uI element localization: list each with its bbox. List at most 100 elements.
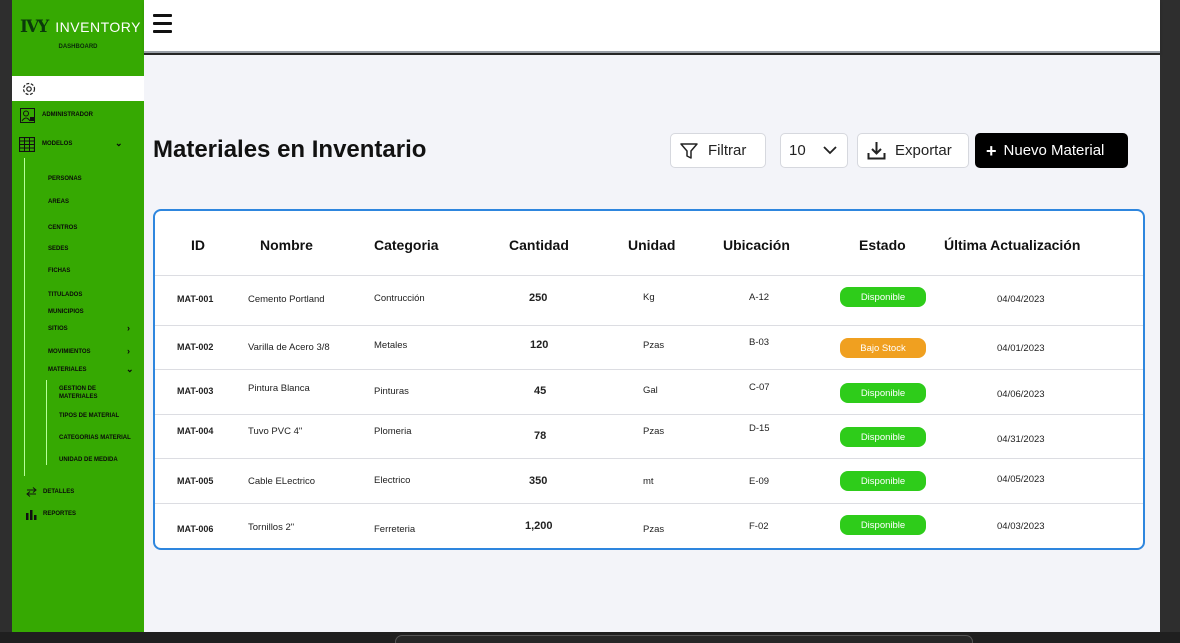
cell-cantidad: 250 [529,292,548,304]
table-row[interactable]: MAT-003 Pintura Blanca Pinturas 45 Gal C… [155,370,1143,415]
sidebar-item-label: UNIDAD DE MEDIDA [59,457,118,463]
sidebar-item-label: FICHAS [48,268,71,274]
column-header[interactable]: Nombre [260,237,313,253]
cell-fecha: 04/03/2023 [997,521,1045,532]
column-header[interactable]: Última Actualización [944,237,1080,253]
export-button[interactable]: Exportar [857,133,969,168]
column-header[interactable]: Unidad [628,237,675,253]
chevron-down-icon[interactable]: ⌄ [126,364,134,375]
plus-icon: + [986,140,997,161]
sidebar-item-materiales[interactable]: MATERIALES [48,367,87,373]
brand[interactable]: IVY INVENTORY [20,17,141,37]
table-row[interactable]: MAT-005 Cable ELectrico Electrico 350 mt… [155,459,1143,504]
settings-button[interactable] [12,76,144,101]
page-size-select[interactable]: 10 [780,133,848,168]
column-header[interactable]: Ubicación [723,237,790,253]
sidebar-item-fichas[interactable]: FICHAS [48,268,70,274]
filter-button[interactable]: Filtrar [670,133,766,168]
sidebar-item-gestion-materiales[interactable]: GESTION DE MATERIALES [59,385,121,401]
new-material-label: Nuevo Material [1003,142,1105,159]
cell-unidad: Pzas [643,426,665,437]
sidebar-item-label: MUNICIPIOS [48,309,84,315]
cell-ubicacion: F-02 [749,521,769,532]
hamburger-icon[interactable] [153,14,172,34]
cell-nombre: Tornillos 2" [248,522,295,533]
table-header: ID Nombre Categoria Cantidad Unidad Ubic… [155,211,1143,276]
sidebar-item-label: ADMINISTRADOR [42,112,93,118]
sidebar-item-sitios[interactable]: SITIOS [48,326,68,332]
sidebar-item-unidad-medida[interactable]: UNIDAD DE MEDIDA [59,457,118,463]
sidebar: IVY INVENTORY DASHBOARD ADMINISTRADOR MO… [12,0,144,632]
cell-categoria: Plomeria [374,426,412,437]
page-title: Materiales en Inventario [153,136,427,163]
table-row[interactable]: MAT-001 Cemento Portland Contrucción 250… [155,276,1143,326]
sidebar-item-detalles[interactable]: DETALLES [25,484,74,500]
cell-nombre: Cable ELectrico [248,476,316,487]
sidebar-item-tipos-material[interactable]: TIPOS DE MATERIAL [59,413,119,419]
cell-id: MAT-001 [177,294,214,304]
sidebar-item-movimientos[interactable]: MOVIMIENTOS [48,349,91,355]
sidebar-item-sedes[interactable]: SEDES [48,246,68,252]
cell-id: MAT-002 [177,342,214,352]
cell-ubicacion: A-12 [749,292,770,303]
cell-categoria: Contrucción [374,293,425,304]
swap-arrows-icon [25,484,37,500]
cell-unidad: mt [643,476,654,487]
sidebar-item-reportes[interactable]: REPORTES [25,506,76,522]
taskbar-pill [395,635,973,643]
sidebar-item-label: SEDES [48,246,69,252]
cell-ubicacion: D-15 [749,423,770,434]
sidebar-item-label: PERSONAS [48,176,82,182]
sidebar-item-label: CATEGORIAS MATERIAL [59,435,131,441]
sidebar-item-titulados[interactable]: TITULADOS [48,292,82,298]
cell-fecha: 04/31/2023 [997,434,1045,445]
status-badge: Disponible [840,287,926,307]
table-grid-icon [19,136,35,152]
sidebar-item-administrador[interactable]: ADMINISTRADOR [19,107,93,123]
status-badge: Disponible [840,471,926,491]
user-admin-icon [19,107,35,123]
sidebar-item-municipios[interactable]: MUNICIPIOS [48,309,84,315]
cell-nombre: Varilla de Acero 3/8 [248,342,330,353]
table-row[interactable]: MAT-004 Tuvo PVC 4" Plomeria 78 Pzas D-1… [155,415,1143,459]
sidebar-item-personas[interactable]: PERSONAS [48,176,82,182]
sidebar-item-categorias-material[interactable]: CATEGORIAS MATERIAL [59,435,131,441]
sidebar-item-label: GESTION DE MATERIALES [59,386,98,400]
cell-fecha: 04/04/2023 [997,294,1045,305]
cell-categoria: Ferreteria [374,524,416,535]
submenu-line [24,158,25,476]
cell-unidad: Pzas [643,340,665,351]
sidebar-item-label: SITIOS [48,326,68,332]
table-row[interactable]: MAT-006 Tornillos 2" Ferreteria 1,200 Pz… [155,504,1143,548]
cell-id: MAT-003 [177,386,214,396]
cell-cantidad: 120 [530,339,549,351]
chevron-down-icon[interactable]: ⌄ [115,138,123,149]
brand-name: INVENTORY [55,19,141,35]
sidebar-item-modelos[interactable]: MODELOS [19,136,72,152]
cell-categoria: Electrico [374,475,411,486]
column-header[interactable]: Categoria [374,237,439,253]
sidebar-item-label: MATERIALES [48,367,87,373]
cell-unidad: Kg [643,292,655,303]
chevron-right-icon[interactable]: › [127,323,130,333]
cell-ubicacion: B-03 [749,337,770,348]
column-header[interactable]: ID [191,237,205,253]
table-row[interactable]: MAT-002 Varilla de Acero 3/8 Metales 120… [155,326,1143,370]
cell-nombre: Tuvo PVC 4" [248,426,303,437]
column-header[interactable]: Cantidad [509,237,569,253]
sidebar-item-label: TIPOS DE MATERIAL [59,413,120,419]
column-header[interactable]: Estado [859,237,906,253]
funnel-icon [680,142,698,159]
status-badge: Bajo Stock [840,338,926,358]
sidebar-item-centros[interactable]: CENTROS [48,225,77,231]
cell-fecha: 04/05/2023 [997,474,1045,485]
bar-chart-icon [25,506,37,522]
cell-cantidad: 350 [529,475,548,487]
cell-id: MAT-005 [177,476,214,486]
chevron-right-icon[interactable]: › [127,346,130,356]
submenu-line-materiales [46,380,47,465]
gear-icon [22,82,36,96]
new-material-button[interactable]: + Nuevo Material [975,133,1128,168]
sidebar-item-areas[interactable]: AREAS [48,199,69,205]
cell-categoria: Metales [374,340,408,351]
